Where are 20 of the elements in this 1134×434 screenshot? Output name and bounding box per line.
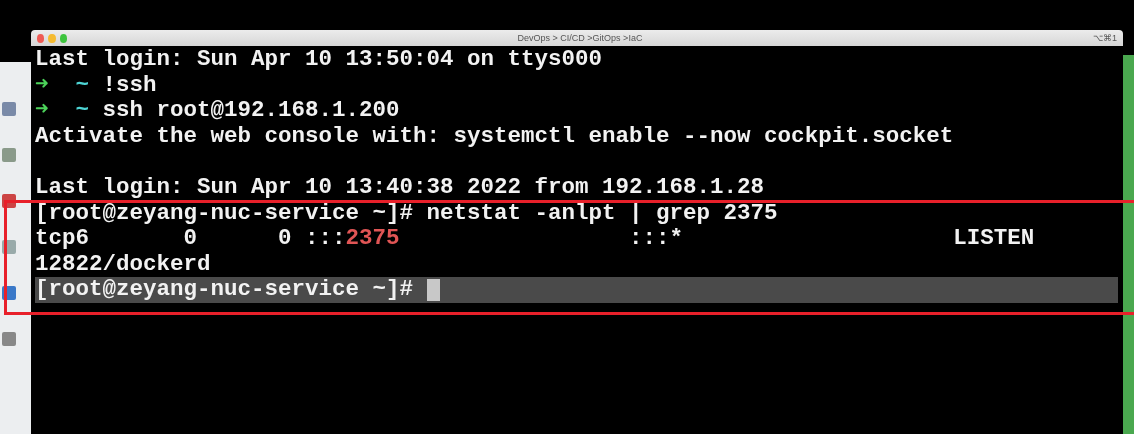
close-button[interactable] <box>37 33 45 43</box>
terminal-text: Last login: Sun Apr 10 13:50:04 on ttys000 <box>35 47 603 73</box>
terminal-text: :::* LISTEN <box>628 226 1035 252</box>
terminal-text: ssh root@192.168.1.200 <box>101 98 400 124</box>
terminal-text: !ssh <box>101 72 157 99</box>
terminal-text: [root@zeyang-nuc-service ~]# <box>35 277 415 303</box>
terminal-text: Activate the web console with: systemctl enable --now cockpit.socket <box>35 123 954 150</box>
prompt-path: ~ <box>74 72 90 99</box>
terminal-text: 12822/dockerd <box>35 251 211 278</box>
minimize-button[interactable] <box>48 33 56 43</box>
window-title: DevOps > CI/CD >GitOps >IaC <box>516 33 644 43</box>
highlighted-text: 2375 <box>345 226 400 252</box>
terminal-text: tcp6 0 0 ::: <box>35 226 346 252</box>
zoom-button[interactable] <box>59 33 67 43</box>
prompt-path: ~ <box>74 98 90 124</box>
shortcut-label: ⌥⌘1 <box>1093 33 1117 43</box>
terminal-text: Last login: Sun Apr 10 13:40:38 2022 from 192.168.1.28 <box>35 174 765 201</box>
terminal-text: [root@zeyang-nuc-service ~]# netstat -anlpt | grep 2375 <box>35 200 778 227</box>
prompt-arrow: ➜ <box>35 98 49 124</box>
prompt-arrow: ➜ <box>35 72 49 99</box>
